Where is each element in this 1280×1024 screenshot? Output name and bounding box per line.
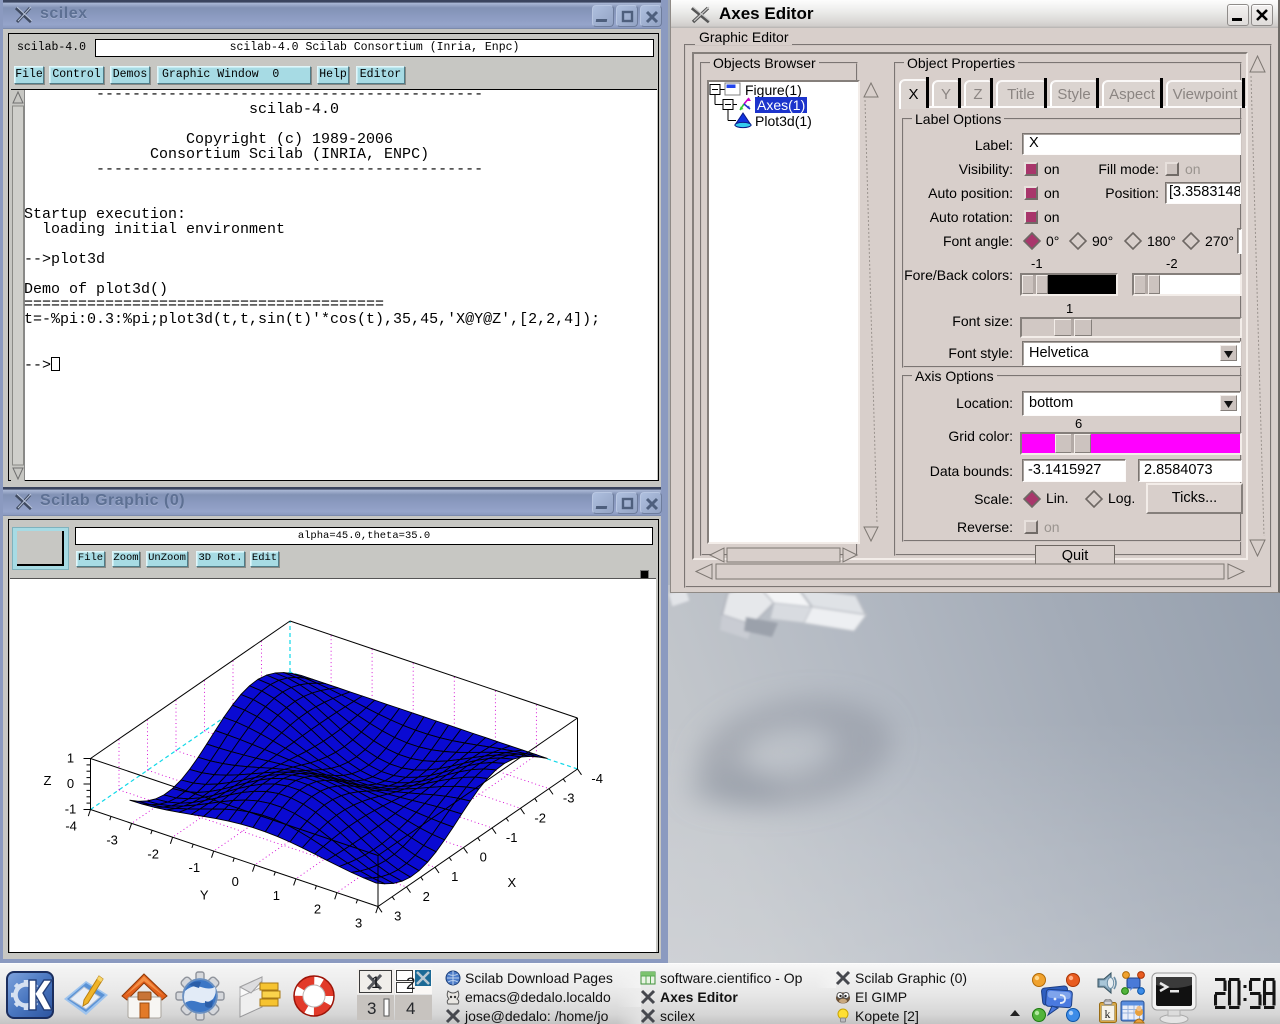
svg-text:Y: Y <box>200 888 209 903</box>
svg-text:1: 1 <box>371 973 380 992</box>
svg-text:-1: -1 <box>189 860 201 875</box>
svg-text:-4: -4 <box>591 771 603 786</box>
svg-text:1: 1 <box>273 888 280 903</box>
svg-text:3: 3 <box>367 999 376 1018</box>
svg-text:0: 0 <box>232 874 239 889</box>
svg-text:4: 4 <box>406 999 415 1018</box>
svg-text:-3: -3 <box>106 833 118 848</box>
svg-text:k: k <box>1105 1007 1111 1021</box>
svg-text:-3: -3 <box>563 791 575 806</box>
svg-text:-2: -2 <box>534 810 546 825</box>
svg-text:-4: -4 <box>65 819 77 834</box>
svg-text:3: 3 <box>355 916 362 931</box>
svg-text:2: 2 <box>314 902 321 917</box>
svg-text:Z: Z <box>44 773 52 788</box>
svg-text:-1: -1 <box>65 802 77 817</box>
svg-text:X: X <box>507 875 516 890</box>
svg-text:1: 1 <box>451 869 458 884</box>
svg-text:2: 2 <box>406 974 415 993</box>
svg-text:-1: -1 <box>506 830 518 845</box>
svg-text:3: 3 <box>394 909 401 924</box>
svg-text:0: 0 <box>67 776 74 791</box>
svg-text:0: 0 <box>480 850 487 865</box>
svg-text:-2: -2 <box>147 846 159 861</box>
svg-text:1: 1 <box>67 751 74 766</box>
svg-text:2: 2 <box>423 889 430 904</box>
